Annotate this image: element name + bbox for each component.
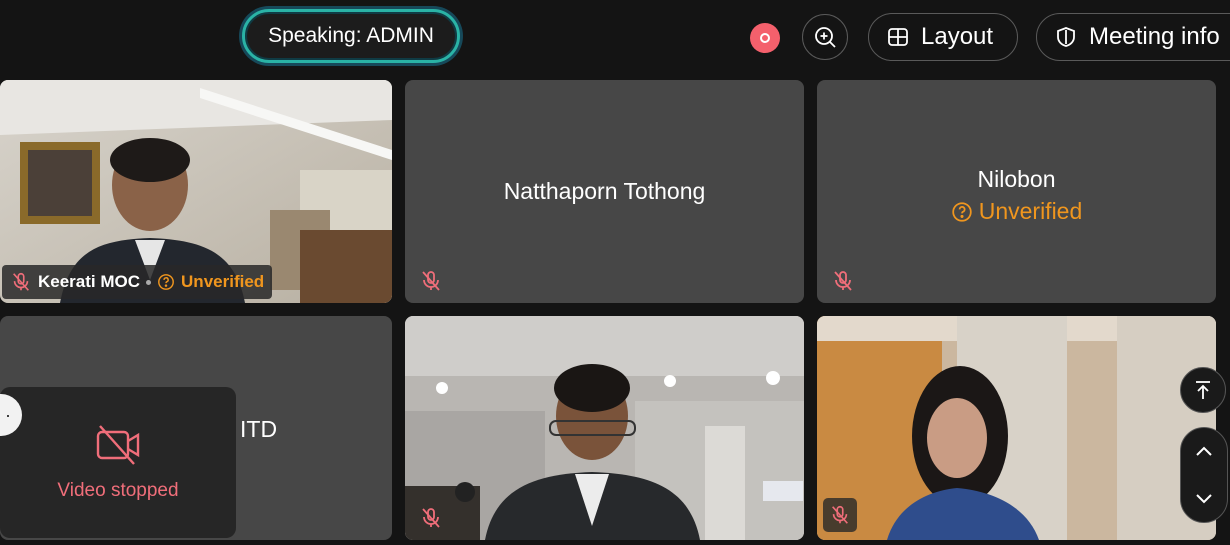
help-circle-icon xyxy=(952,201,972,222)
chevron-up-icon xyxy=(1196,446,1212,456)
mic-off-icon xyxy=(422,271,440,291)
video-stopped-label: Video stopped xyxy=(57,479,179,501)
unverified-badge: Unverified xyxy=(157,272,264,292)
speaking-label: Speaking: ADMIN xyxy=(268,24,434,47)
self-view-panel[interactable]: Video stopped xyxy=(0,387,236,538)
mic-off-icon xyxy=(422,508,440,528)
meeting-info-label: Meeting info xyxy=(1089,23,1220,50)
scroll-to-top-icon xyxy=(1196,381,1210,399)
chevron-down-icon xyxy=(1196,494,1212,504)
scroll-down-button[interactable] xyxy=(1181,475,1227,521)
help-circle-icon xyxy=(158,274,174,290)
shield-icon xyxy=(1057,27,1075,47)
video-off-icon xyxy=(96,424,140,465)
participant-name: Nilobon xyxy=(977,166,1056,192)
unverified-badge: Unverified xyxy=(817,198,1216,229)
scroll-controls xyxy=(1180,427,1228,523)
zoom-in-button[interactable] xyxy=(802,14,848,60)
mic-off-icon xyxy=(834,271,852,291)
record-icon xyxy=(760,33,770,43)
scroll-up-button[interactable] xyxy=(1181,429,1227,475)
participant-tile-video-3[interactable] xyxy=(817,316,1216,540)
unverified-label: Unverified xyxy=(978,198,1083,224)
participant-name: Keerati MOC xyxy=(38,272,141,291)
participant-tile-nilobon[interactable]: Nilobon Unverified xyxy=(817,80,1216,303)
layout-grid-icon xyxy=(888,28,908,46)
participant-name: Natthaporn Tothong xyxy=(503,178,706,204)
layout-button[interactable]: Layout xyxy=(868,13,1018,61)
participant-tile-keerati[interactable]: Keerati MOC Unverified xyxy=(0,80,392,303)
participant-tile-natthaporn[interactable]: Natthaporn Tothong xyxy=(405,80,804,303)
participant-name-tag: Keerati MOC Unverified xyxy=(2,265,273,299)
meeting-info-button[interactable]: Meeting info xyxy=(1036,13,1230,61)
mic-off-icon xyxy=(13,272,29,291)
zoom-in-icon xyxy=(815,27,836,48)
participant-name: ITD xyxy=(240,416,278,442)
unverified-label: Unverified xyxy=(181,272,265,291)
layout-label: Layout xyxy=(921,23,994,50)
participant-tile-video-2[interactable] xyxy=(405,316,804,540)
speaking-indicator: Speaking: ADMIN xyxy=(242,9,460,63)
mic-off-icon xyxy=(832,505,848,524)
scroll-to-top-button[interactable] xyxy=(1180,367,1226,413)
participant-video xyxy=(405,316,804,540)
more-dot-icon: · xyxy=(5,404,11,425)
mic-off-badge xyxy=(823,498,857,532)
participant-video xyxy=(817,316,1216,540)
record-button[interactable] xyxy=(750,23,780,53)
separator-dot xyxy=(146,279,152,285)
